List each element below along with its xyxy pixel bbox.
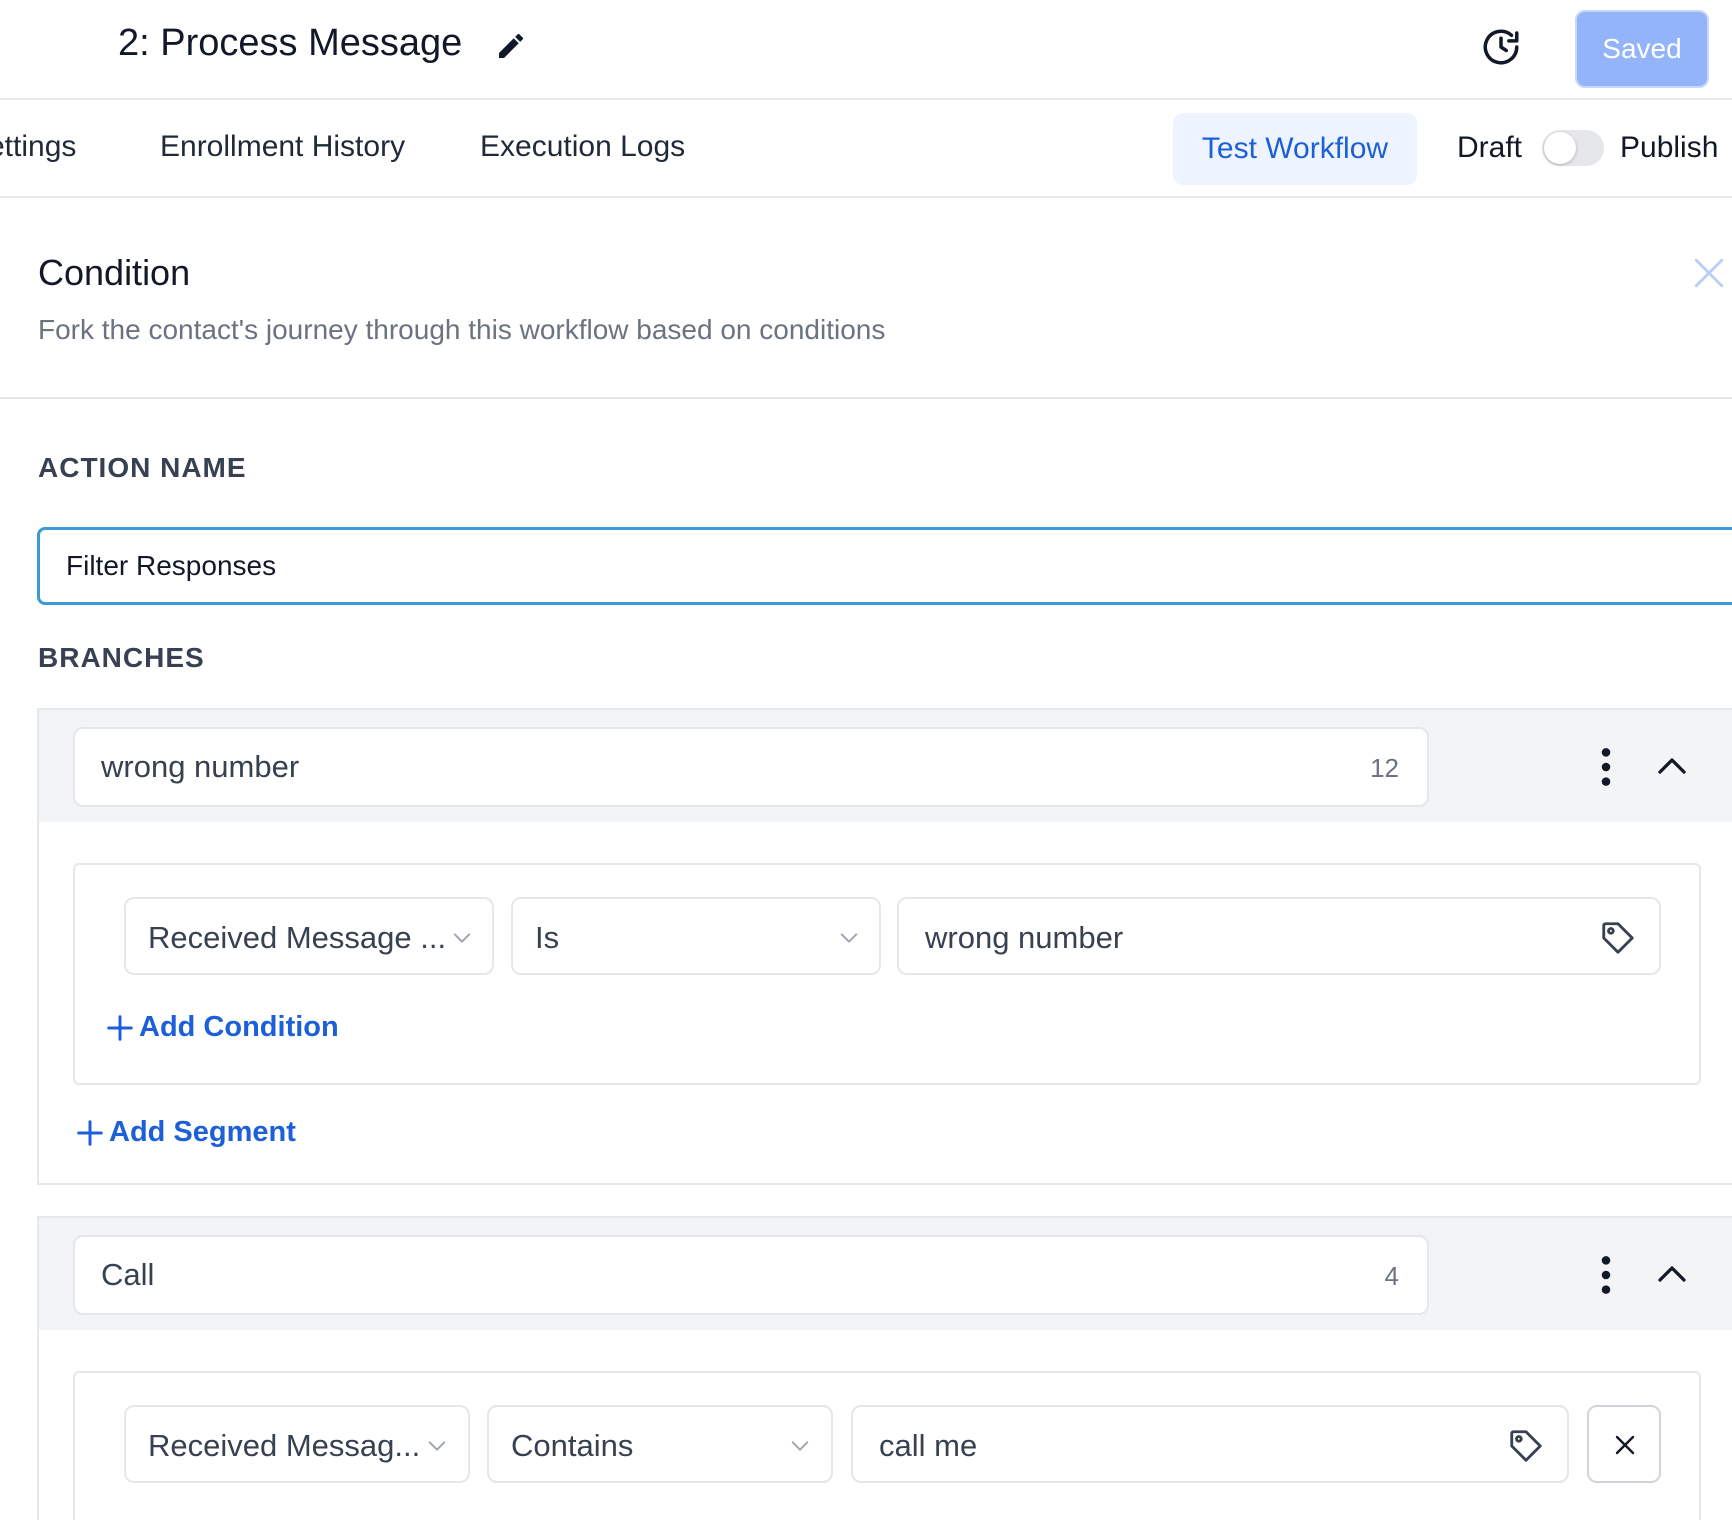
condition-operator-value: Contains [511, 1428, 634, 1463]
add-condition-link[interactable]: Add Condition [105, 1011, 339, 1044]
branch-name-input[interactable] [73, 1235, 1429, 1315]
chevron-down-icon [453, 933, 471, 943]
plus-icon [107, 1014, 133, 1041]
branch-name-input[interactable] [73, 727, 1429, 807]
condition-value-input[interactable]: call me [851, 1405, 1569, 1483]
workflow-title: 2: Process Message [118, 22, 463, 64]
chevron-up-icon[interactable] [1654, 1256, 1690, 1292]
test-workflow-button[interactable]: Test Workflow [1173, 113, 1417, 185]
plus-icon [77, 1119, 103, 1146]
condition-value-input[interactable]: wrong number [897, 897, 1661, 975]
publish-label: Publish [1620, 131, 1719, 164]
condition-operator-select[interactable]: Is [511, 897, 881, 975]
tab-enrollment-history[interactable]: Enrollment History [160, 130, 405, 164]
pencil-icon[interactable] [495, 30, 527, 62]
branch-name-wrapper: 12 [73, 727, 1429, 807]
condition-operator-value: Is [535, 920, 560, 955]
condition-value-text: call me [879, 1428, 978, 1463]
tabs-bar: ettings Enrollment History Execution Log… [0, 100, 1732, 198]
remove-condition-button[interactable] [1587, 1405, 1661, 1483]
condition-field-select[interactable]: Received Messag... [124, 1405, 470, 1483]
panel-divider [0, 397, 1732, 399]
branch-name-wrapper: 4 [73, 1235, 1429, 1315]
branch-card: 4 Received Messag... Contains call me [37, 1216, 1732, 1520]
tag-icon[interactable] [1599, 919, 1637, 957]
close-icon [1615, 1435, 1635, 1455]
add-segment-label: Add Segment [109, 1116, 296, 1148]
chevron-down-icon [791, 1441, 809, 1451]
publish-toggle[interactable] [1542, 130, 1604, 166]
condition-field-value: Received Messag... [148, 1428, 421, 1463]
toggle-knob [1544, 132, 1576, 164]
chevron-down-icon [840, 933, 858, 943]
more-options-icon[interactable] [1594, 1255, 1618, 1295]
branch-header: 12 [39, 710, 1732, 822]
condition-field-select[interactable]: Received Message ... [124, 897, 494, 975]
action-name-label: ACTION NAME [38, 452, 247, 483]
panel-title: Condition [38, 252, 191, 293]
history-clock-icon[interactable] [1480, 26, 1522, 68]
add-segment-link[interactable]: Add Segment [75, 1116, 296, 1149]
panel-subtitle: Fork the contact's journey through this … [38, 314, 886, 345]
close-icon[interactable] [1692, 256, 1726, 290]
condition-operator-select[interactable]: Contains [487, 1405, 833, 1483]
tab-execution-logs[interactable]: Execution Logs [480, 130, 685, 164]
branch-header: 4 [39, 1218, 1732, 1330]
chevron-down-icon [428, 1441, 446, 1451]
chevron-up-icon[interactable] [1654, 748, 1690, 784]
condition-field-value: Received Message ... [148, 920, 447, 955]
condition-value-text: wrong number [925, 920, 1124, 955]
branches-label: BRANCHES [38, 642, 205, 673]
add-condition-label: Add Condition [139, 1011, 339, 1043]
draft-label: Draft [1457, 131, 1523, 164]
tag-icon[interactable] [1507, 1427, 1545, 1465]
saved-button[interactable]: Saved [1575, 10, 1709, 88]
action-name-input[interactable] [37, 527, 1732, 605]
condition-segment: Received Messag... Contains call me [73, 1371, 1701, 1520]
more-options-icon[interactable] [1594, 747, 1618, 787]
condition-segment: Received Message ... Is wrong number Add… [73, 863, 1701, 1085]
top-bar: 2: Process Message Saved [0, 0, 1732, 100]
branch-card: 12 Received Message ... Is wrong number … [37, 708, 1732, 1185]
tab-settings[interactable]: ettings [0, 130, 76, 164]
